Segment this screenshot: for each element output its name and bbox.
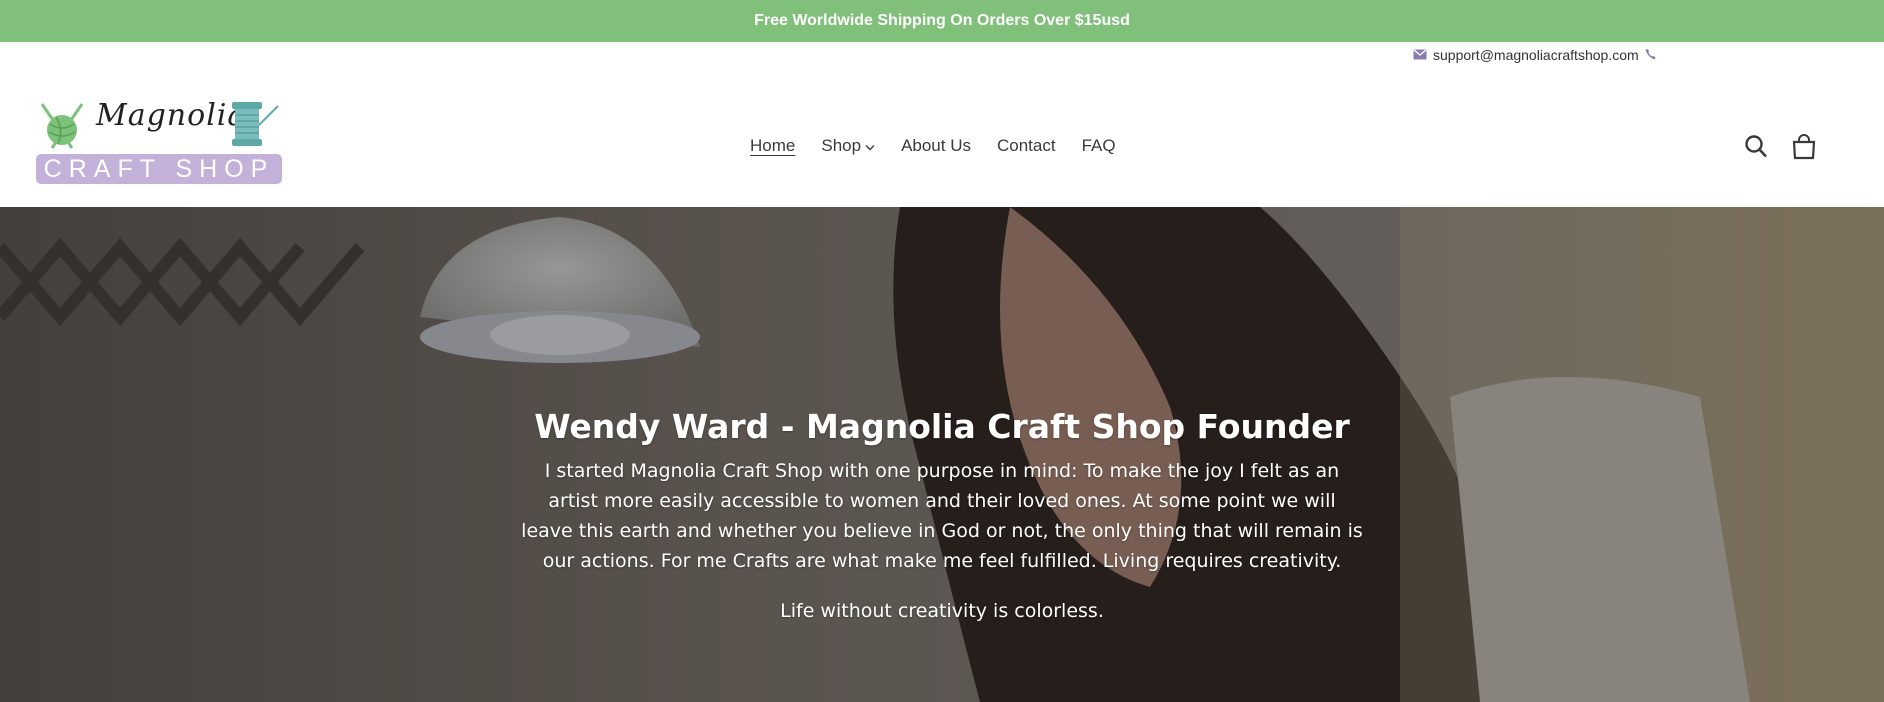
nav-item-faq[interactable]: FAQ xyxy=(1082,136,1116,156)
nav-item-shop[interactable]: Shop xyxy=(821,136,875,156)
contact-info: support@magnoliacraftshop.com xyxy=(1413,47,1656,63)
support-email-link[interactable]: support@magnoliacraftshop.com xyxy=(1433,47,1639,63)
announcement-bar: Free Worldwide Shipping On Orders Over $… xyxy=(0,0,1884,42)
spool-icon xyxy=(222,100,282,156)
hero-content: Wendy Ward - Magnolia Craft Shop Founder… xyxy=(520,407,1364,626)
chevron-down-icon xyxy=(865,136,875,156)
nav-item-label: Shop xyxy=(821,136,862,155)
nav-item-contact[interactable]: Contact xyxy=(997,136,1056,156)
search-icon[interactable] xyxy=(1744,134,1768,160)
hero-banner: Wendy Ward - Magnolia Craft Shop Founder… xyxy=(0,207,1884,702)
yarn-ball-icon xyxy=(38,102,86,156)
site-logo[interactable]: Magnolia CRAFT SHOP xyxy=(36,98,284,186)
main-nav: Home Shop About Us Contact FAQ xyxy=(750,136,1116,156)
logo-band: CRAFT SHOP xyxy=(36,154,282,184)
nav-item-label: Home xyxy=(750,136,796,155)
nav-item-label: About Us xyxy=(901,136,971,155)
nav-item-about-us[interactable]: About Us xyxy=(901,136,971,156)
announcement-text: Free Worldwide Shipping On Orders Over $… xyxy=(754,12,1130,29)
site-header: Magnolia CRAFT SHOP Home Shop About Us C… xyxy=(0,70,1884,207)
hero-title: Wendy Ward - Magnolia Craft Shop Founder xyxy=(534,407,1350,446)
cart-icon[interactable] xyxy=(1792,134,1816,160)
envelope-icon xyxy=(1413,47,1427,63)
nav-item-label: Contact xyxy=(997,136,1056,155)
contact-bar: support@magnoliacraftshop.com xyxy=(0,42,1884,70)
nav-item-label: FAQ xyxy=(1081,136,1116,155)
nav-item-home[interactable]: Home xyxy=(750,136,795,156)
hero-tagline: Life without creativity is colorless. xyxy=(780,600,1104,622)
logo-band-text: CRAFT SHOP xyxy=(43,154,275,183)
phone-icon[interactable] xyxy=(1645,47,1656,63)
hero-body: I started Magnolia Craft Shop with one p… xyxy=(521,460,1363,572)
header-icons xyxy=(1744,134,1816,160)
